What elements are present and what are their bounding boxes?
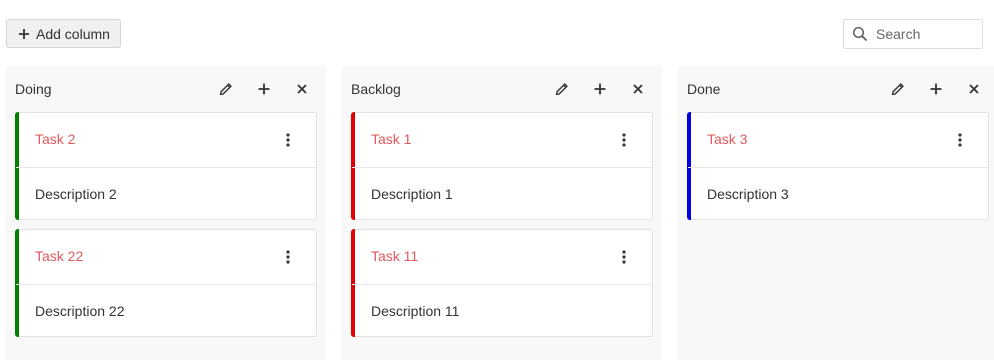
add-card-plus-icon[interactable]: [925, 78, 947, 100]
column-header: Done: [678, 66, 994, 112]
add-column-button[interactable]: Add column: [6, 19, 121, 48]
kebab-menu-icon[interactable]: [280, 129, 296, 151]
search-input[interactable]: [876, 21, 976, 47]
kanban-board: Doing Task 2 Description 2 Task 22 Descr…: [6, 66, 994, 360]
column-header: Backlog: [342, 66, 662, 112]
kebab-menu-icon[interactable]: [280, 246, 296, 268]
column-doing: Doing Task 2 Description 2 Task 22 Descr…: [6, 66, 326, 360]
card-title: Task 2: [35, 131, 76, 147]
column-header: Doing: [6, 66, 326, 112]
card-header: Task 22: [16, 230, 316, 285]
plus-icon: [17, 27, 31, 41]
add-card-plus-icon[interactable]: [253, 78, 275, 100]
card-description: Description 2: [35, 186, 117, 202]
kebab-menu-icon[interactable]: [616, 129, 632, 151]
card-description: Description 3: [707, 186, 789, 202]
card-description: Description 1: [371, 186, 453, 202]
pencil-icon[interactable]: [551, 78, 573, 100]
column-title: Backlog: [351, 81, 401, 97]
kebab-menu-icon[interactable]: [952, 129, 968, 151]
card-title: Task 3: [707, 131, 748, 147]
card-header: Task 1: [352, 113, 652, 168]
column-backlog: Backlog Task 1 Description 1 Task 11 Des…: [342, 66, 662, 360]
search-icon: [844, 20, 876, 48]
card-header: Task 11: [352, 230, 652, 285]
column-title: Doing: [15, 81, 52, 97]
close-icon[interactable]: [963, 78, 985, 100]
task-card[interactable]: Task 2 Description 2: [15, 112, 317, 220]
add-card-plus-icon[interactable]: [589, 78, 611, 100]
task-card[interactable]: Task 1 Description 1: [351, 112, 653, 220]
column-title: Done: [687, 81, 721, 97]
search-box[interactable]: [843, 19, 983, 49]
card-title: Task 11: [371, 248, 419, 264]
task-card[interactable]: Task 11 Description 11: [351, 229, 653, 337]
kanban-page: Add column Doing: [0, 0, 994, 360]
column-done: Done Task 3 Description 3: [678, 66, 994, 360]
task-card[interactable]: Task 22 Description 22: [15, 229, 317, 337]
toolbar: Add column: [0, 0, 994, 60]
kebab-menu-icon[interactable]: [616, 246, 632, 268]
pencil-icon[interactable]: [215, 78, 237, 100]
card-header: Task 2: [16, 113, 316, 168]
add-column-label: Add column: [36, 25, 110, 42]
card-header: Task 3: [688, 113, 988, 168]
card-title: Task 1: [371, 131, 412, 147]
card-description: Description 22: [35, 303, 125, 319]
close-icon[interactable]: [627, 78, 649, 100]
card-title: Task 22: [35, 248, 84, 264]
close-icon[interactable]: [291, 78, 313, 100]
card-description: Description 11: [371, 303, 460, 319]
pencil-icon[interactable]: [887, 78, 909, 100]
task-card[interactable]: Task 3 Description 3: [687, 112, 989, 220]
